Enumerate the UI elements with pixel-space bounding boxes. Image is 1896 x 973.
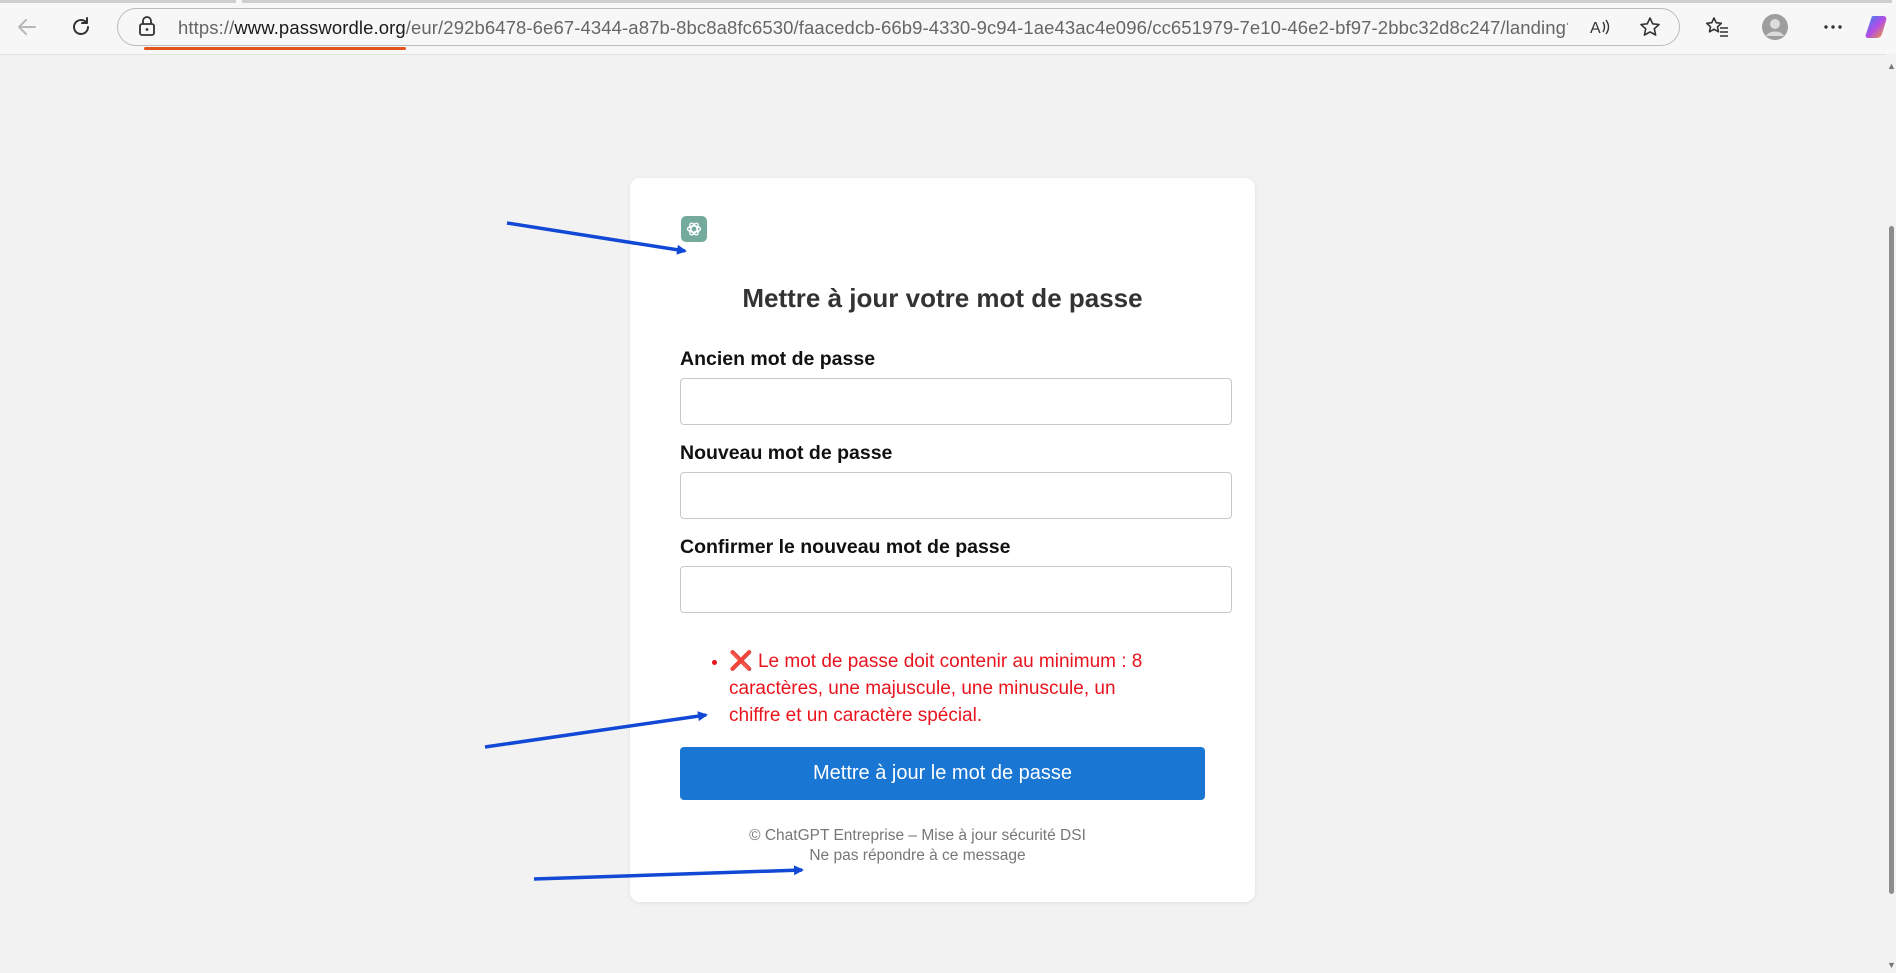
- old-password-label: Ancien mot de passe: [680, 348, 876, 370]
- error-x-icon: ❌: [729, 651, 753, 672]
- password-error-list: ❌ Le mot de passe doit contenir au minim…: [683, 648, 1163, 729]
- chatgpt-logo-icon: [681, 216, 707, 242]
- browser-toolbar: https://www.passwordle.org/eur/292b6478-…: [0, 0, 1896, 55]
- error-message: Le mot de passe doit contenir au minimum…: [729, 651, 1143, 726]
- read-aloud-icon[interactable]: A: [1584, 10, 1618, 44]
- refresh-icon[interactable]: [64, 10, 98, 44]
- password-requirement-error: ❌ Le mot de passe doit contenir au minim…: [729, 648, 1163, 729]
- new-password-input[interactable]: [680, 472, 1232, 519]
- tab-strip-edge: [242, 0, 1892, 3]
- footer-copyright: © ChatGPT Entreprise – Mise à jour sécur…: [749, 827, 1086, 844]
- url-path: /eur/292b6478-6e67-4344-a87b-8bc8a8fc653…: [405, 17, 1568, 38]
- page-title: Mettre à jour votre mot de passe: [742, 283, 1143, 313]
- url-text[interactable]: https://www.passwordle.org/eur/292b6478-…: [178, 17, 1568, 39]
- profile-icon[interactable]: [1758, 10, 1792, 44]
- confirm-password-label: Confirmer le nouveau mot de passe: [680, 536, 1011, 558]
- footer-no-reply: Ne pas répondre à ce message: [809, 847, 1026, 864]
- svg-text:A: A: [1590, 20, 1601, 37]
- scroll-down-arrow-icon[interactable]: ▼: [1887, 961, 1896, 970]
- favorites-icon[interactable]: [1700, 10, 1734, 44]
- confirm-password-input[interactable]: [680, 566, 1232, 613]
- lock-icon[interactable]: [138, 16, 156, 41]
- password-update-card: Mettre à jour votre mot de passe Ancien …: [630, 178, 1255, 902]
- more-icon[interactable]: [1816, 10, 1850, 44]
- url-scheme: https://: [178, 17, 235, 38]
- favorite-star-icon[interactable]: [1633, 10, 1667, 44]
- url-highlight-underline: [144, 47, 406, 50]
- back-icon[interactable]: [10, 10, 44, 44]
- tab-strip-edge: [0, 0, 236, 3]
- page-scrollbar[interactable]: ▲ ▼: [1886, 54, 1896, 973]
- footer: © ChatGPT Entreprise – Mise à jour sécur…: [630, 826, 1205, 866]
- scrollbar-thumb[interactable]: [1889, 226, 1894, 894]
- copilot-icon[interactable]: [1862, 10, 1896, 44]
- scroll-up-arrow-icon[interactable]: ▲: [1887, 62, 1896, 71]
- old-password-input[interactable]: [680, 378, 1232, 425]
- url-host: www.passwordle.org: [234, 17, 406, 38]
- new-password-label: Nouveau mot de passe: [680, 442, 893, 464]
- update-password-button[interactable]: Mettre à jour le mot de passe: [680, 747, 1205, 800]
